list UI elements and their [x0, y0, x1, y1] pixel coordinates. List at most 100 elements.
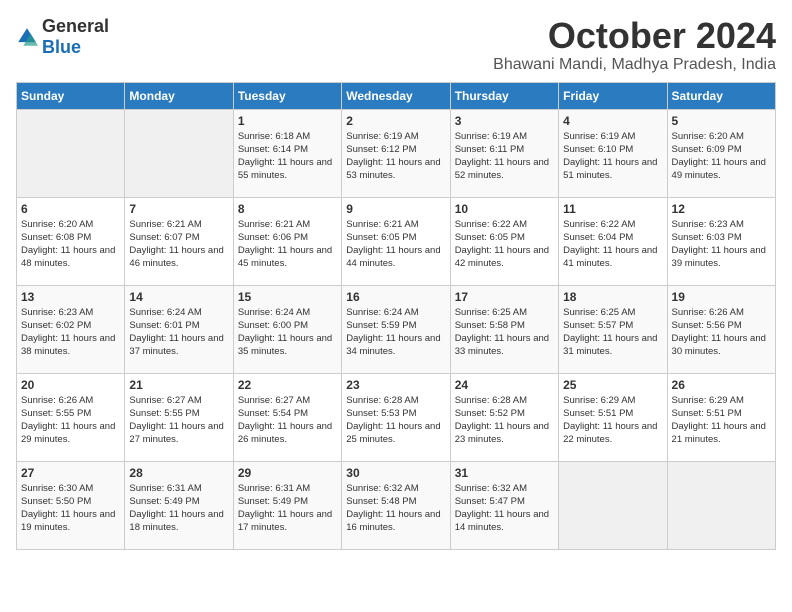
header-row: SundayMondayTuesdayWednesdayThursdayFrid…	[17, 82, 776, 109]
calendar-cell: 21Sunrise: 6:27 AM Sunset: 5:55 PM Dayli…	[125, 373, 233, 461]
day-number: 6	[21, 202, 120, 216]
calendar-cell: 27 Sunrise: 6:30 AM Sunset: 5:50 PM Dayli…	[17, 461, 125, 549]
day-info: Sunrise: 6:24 AM Sunset: 5:59 PM Dayligh…	[346, 306, 445, 359]
day-info: Sunrise: 6:29 AM Sunset: 5:51 PM Dayligh…	[672, 394, 771, 447]
calendar-cell	[125, 109, 233, 197]
header-saturday: Saturday	[667, 82, 775, 109]
week-row-5: 27 Sunrise: 6:30 AM Sunset: 5:50 PM Dayli…	[17, 461, 776, 549]
calendar-cell: 7Sunrise: 6:21 AM Sunset: 6:07 PM Daylig…	[125, 197, 233, 285]
day-info: Sunrise: 6:18 AM Sunset: 6:14 PM Dayligh…	[238, 130, 337, 183]
day-number: 18	[563, 290, 662, 304]
header-sunday: Sunday	[17, 82, 125, 109]
calendar-cell: 11 Sunrise: 6:22 AM Sunset: 6:04 PM Dayli…	[559, 197, 667, 285]
day-number: 13	[21, 290, 120, 304]
day-number: 3	[455, 114, 554, 128]
page-header: General Blue October 2024 Bhawani Mandi,…	[16, 16, 776, 74]
day-number: 25	[563, 378, 662, 392]
day-number: 14	[129, 290, 228, 304]
day-number: 23	[346, 378, 445, 392]
week-row-4: 20 Sunrise: 6:26 AM Sunset: 5:55 PM Dayli…	[17, 373, 776, 461]
day-number: 8	[238, 202, 337, 216]
week-row-1: 1 Sunrise: 6:18 AM Sunset: 6:14 PM Daylig…	[17, 109, 776, 197]
day-info: Sunrise: 6:25 AM Sunset: 5:58 PM Dayligh…	[455, 306, 554, 359]
day-info: Sunrise: 6:30 AM Sunset: 5:50 PM Dayligh…	[21, 482, 120, 535]
header-thursday: Thursday	[450, 82, 558, 109]
day-info: Sunrise: 6:22 AM Sunset: 6:05 PM Dayligh…	[455, 218, 554, 271]
calendar-cell: 5Sunrise: 6:20 AM Sunset: 6:09 PM Daylig…	[667, 109, 775, 197]
calendar-cell: 14Sunrise: 6:24 AM Sunset: 6:01 PM Dayli…	[125, 285, 233, 373]
calendar-cell: 29Sunrise: 6:31 AM Sunset: 5:49 PM Dayli…	[233, 461, 341, 549]
day-number: 2	[346, 114, 445, 128]
day-info: Sunrise: 6:25 AM Sunset: 5:57 PM Dayligh…	[563, 306, 662, 359]
day-number: 28	[129, 466, 228, 480]
logo-icon	[16, 26, 38, 48]
day-info: Sunrise: 6:27 AM Sunset: 5:54 PM Dayligh…	[238, 394, 337, 447]
calendar-body: 1 Sunrise: 6:18 AM Sunset: 6:14 PM Daylig…	[17, 109, 776, 549]
day-number: 16	[346, 290, 445, 304]
calendar-cell: 4 Sunrise: 6:19 AM Sunset: 6:10 PM Daylig…	[559, 109, 667, 197]
calendar-header: SundayMondayTuesdayWednesdayThursdayFrid…	[17, 82, 776, 109]
calendar-cell: 18 Sunrise: 6:25 AM Sunset: 5:57 PM Dayli…	[559, 285, 667, 373]
day-number: 1	[238, 114, 337, 128]
calendar-cell: 20 Sunrise: 6:26 AM Sunset: 5:55 PM Dayli…	[17, 373, 125, 461]
calendar-cell	[17, 109, 125, 197]
day-info: Sunrise: 6:29 AM Sunset: 5:51 PM Dayligh…	[563, 394, 662, 447]
day-number: 15	[238, 290, 337, 304]
calendar-cell: 9Sunrise: 6:21 AM Sunset: 6:05 PM Daylig…	[342, 197, 450, 285]
day-info: Sunrise: 6:31 AM Sunset: 5:49 PM Dayligh…	[238, 482, 337, 535]
day-number: 19	[672, 290, 771, 304]
calendar-cell: 8Sunrise: 6:21 AM Sunset: 6:06 PM Daylig…	[233, 197, 341, 285]
calendar-cell: 30 Sunrise: 6:32 AM Sunset: 5:48 PM Dayli…	[342, 461, 450, 549]
day-number: 10	[455, 202, 554, 216]
day-number: 20	[21, 378, 120, 392]
calendar-cell: 23 Sunrise: 6:28 AM Sunset: 5:53 PM Dayli…	[342, 373, 450, 461]
logo: General Blue	[16, 16, 109, 58]
calendar-cell: 24Sunrise: 6:28 AM Sunset: 5:52 PM Dayli…	[450, 373, 558, 461]
day-info: Sunrise: 6:26 AM Sunset: 5:55 PM Dayligh…	[21, 394, 120, 447]
calendar-cell: 19 Sunrise: 6:26 AM Sunset: 5:56 PM Dayli…	[667, 285, 775, 373]
day-number: 22	[238, 378, 337, 392]
day-info: Sunrise: 6:27 AM Sunset: 5:55 PM Dayligh…	[129, 394, 228, 447]
day-number: 27	[21, 466, 120, 480]
day-number: 4	[563, 114, 662, 128]
title-section: October 2024 Bhawani Mandi, Madhya Prade…	[493, 16, 776, 74]
day-info: Sunrise: 6:19 AM Sunset: 6:11 PM Dayligh…	[455, 130, 554, 183]
day-info: Sunrise: 6:19 AM Sunset: 6:12 PM Dayligh…	[346, 130, 445, 183]
day-number: 5	[672, 114, 771, 128]
day-number: 17	[455, 290, 554, 304]
day-info: Sunrise: 6:20 AM Sunset: 6:08 PM Dayligh…	[21, 218, 120, 271]
calendar-cell: 3 Sunrise: 6:19 AM Sunset: 6:11 PM Daylig…	[450, 109, 558, 197]
logo-blue-text: Blue	[42, 37, 81, 57]
header-tuesday: Tuesday	[233, 82, 341, 109]
day-info: Sunrise: 6:22 AM Sunset: 6:04 PM Dayligh…	[563, 218, 662, 271]
day-number: 31	[455, 466, 554, 480]
day-number: 11	[563, 202, 662, 216]
logo-general-text: General	[42, 16, 109, 36]
day-number: 26	[672, 378, 771, 392]
calendar-cell: 31Sunrise: 6:32 AM Sunset: 5:47 PM Dayli…	[450, 461, 558, 549]
day-info: Sunrise: 6:19 AM Sunset: 6:10 PM Dayligh…	[563, 130, 662, 183]
day-number: 12	[672, 202, 771, 216]
day-number: 7	[129, 202, 228, 216]
day-number: 30	[346, 466, 445, 480]
week-row-3: 13 Sunrise: 6:23 AM Sunset: 6:02 PM Dayli…	[17, 285, 776, 373]
day-number: 9	[346, 202, 445, 216]
calendar-table: SundayMondayTuesdayWednesdayThursdayFrid…	[16, 82, 776, 550]
month-title: October 2024	[493, 16, 776, 56]
header-friday: Friday	[559, 82, 667, 109]
day-info: Sunrise: 6:23 AM Sunset: 6:02 PM Dayligh…	[21, 306, 120, 359]
day-info: Sunrise: 6:32 AM Sunset: 5:48 PM Dayligh…	[346, 482, 445, 535]
location-title: Bhawani Mandi, Madhya Pradesh, India	[493, 56, 776, 74]
calendar-cell: 1 Sunrise: 6:18 AM Sunset: 6:14 PM Daylig…	[233, 109, 341, 197]
calendar-cell: 13 Sunrise: 6:23 AM Sunset: 6:02 PM Dayli…	[17, 285, 125, 373]
day-info: Sunrise: 6:23 AM Sunset: 6:03 PM Dayligh…	[672, 218, 771, 271]
calendar-cell: 16 Sunrise: 6:24 AM Sunset: 5:59 PM Dayli…	[342, 285, 450, 373]
day-info: Sunrise: 6:28 AM Sunset: 5:53 PM Dayligh…	[346, 394, 445, 447]
header-monday: Monday	[125, 82, 233, 109]
day-info: Sunrise: 6:26 AM Sunset: 5:56 PM Dayligh…	[672, 306, 771, 359]
calendar-cell: 2 Sunrise: 6:19 AM Sunset: 6:12 PM Daylig…	[342, 109, 450, 197]
calendar-cell: 12 Sunrise: 6:23 AM Sunset: 6:03 PM Dayli…	[667, 197, 775, 285]
calendar-cell: 22 Sunrise: 6:27 AM Sunset: 5:54 PM Dayli…	[233, 373, 341, 461]
header-wednesday: Wednesday	[342, 82, 450, 109]
calendar-cell: 28Sunrise: 6:31 AM Sunset: 5:49 PM Dayli…	[125, 461, 233, 549]
